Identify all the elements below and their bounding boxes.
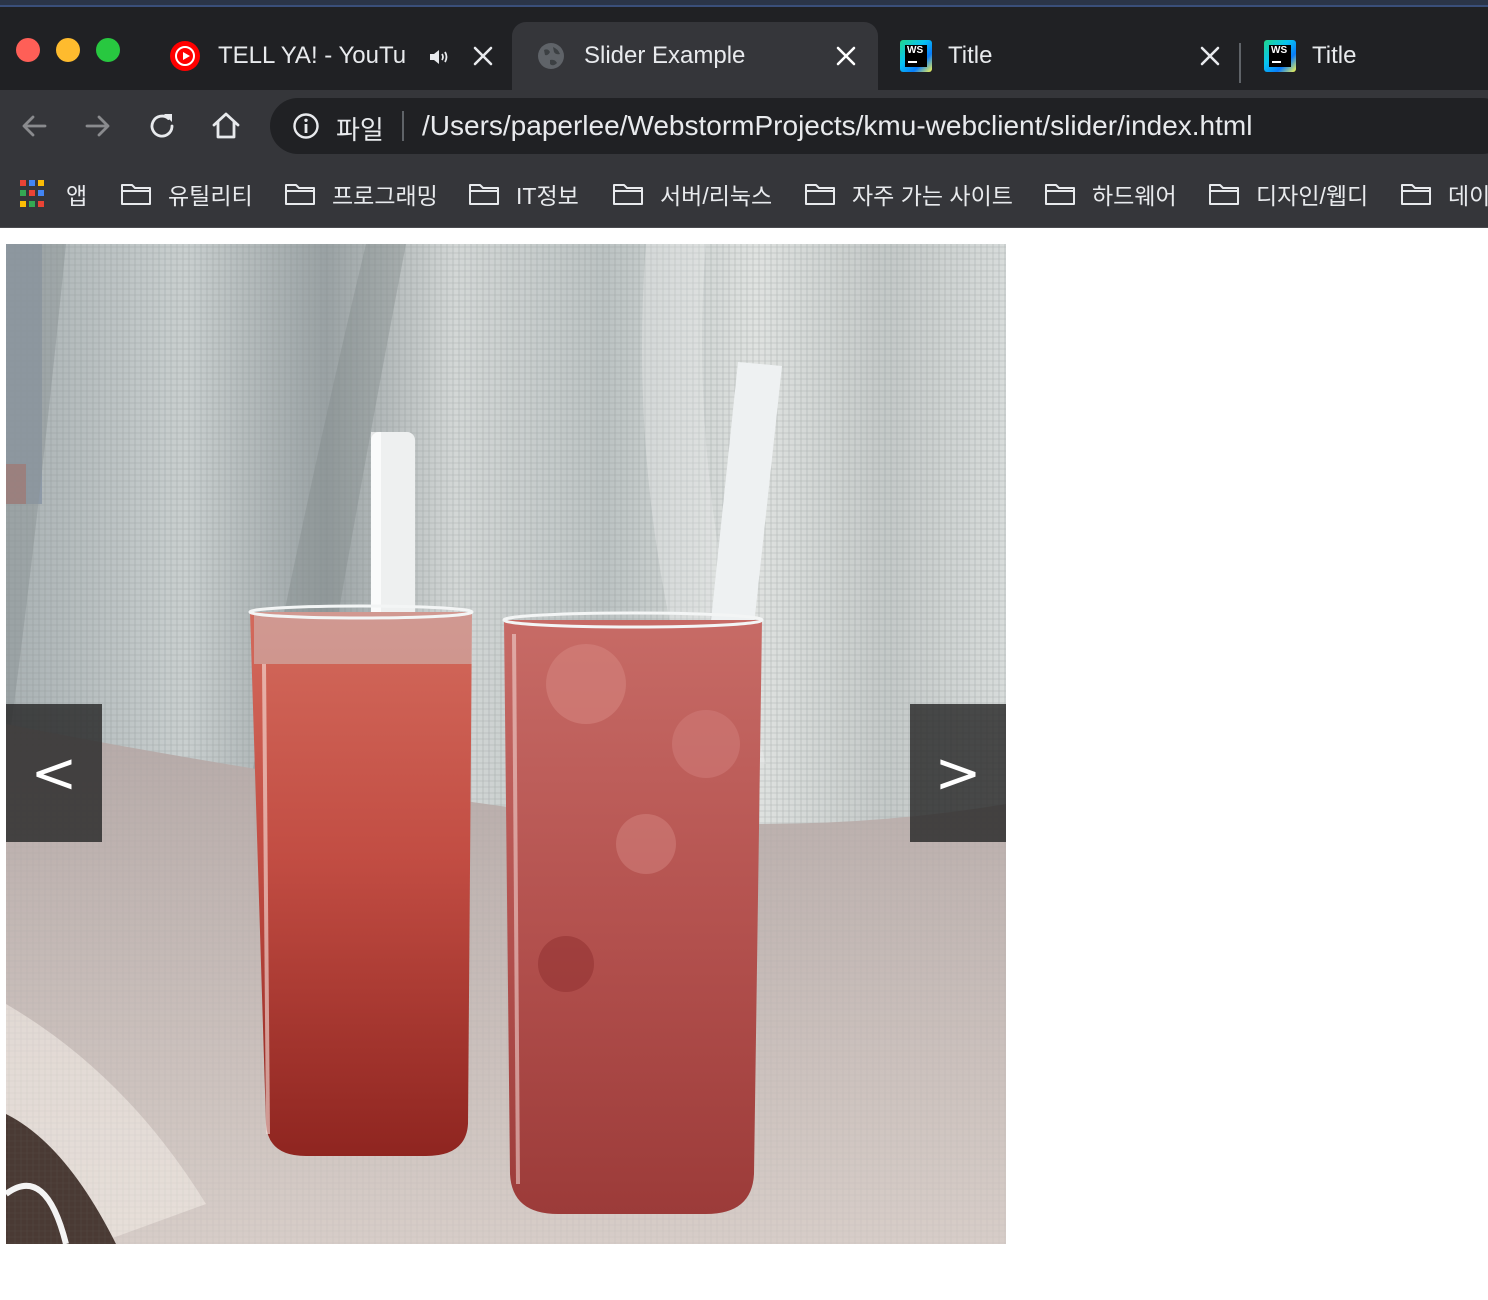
webstorm-icon: WS [900,40,932,72]
close-tab-icon[interactable] [835,45,857,67]
bookmark-folder-it-info[interactable]: IT정보 [468,174,579,214]
scheme-label: 파일 [336,115,384,145]
bookmark-folder-frequent-sites[interactable]: 자주 가는 사이트 [804,174,1013,214]
arrow-right-icon [85,115,110,137]
bookmark-folder-data[interactable]: 데이 [1400,174,1488,214]
bookmark-folder-utility[interactable]: 유틸리티 [120,174,253,214]
tab-slider-example[interactable]: Slider Example [512,22,878,90]
bookmark-label: 디자인/웹디 [1256,183,1369,209]
tab-youtube[interactable]: TELL YA! - YouTu [170,22,510,90]
window-top-edge [0,0,1488,7]
bookmark-folder-programming[interactable]: 프로그래밍 [284,174,438,214]
bookmark-label: 자주 가는 사이트 [852,183,1013,209]
info-icon[interactable] [292,112,320,140]
bookmark-label: 데이 [1448,183,1488,209]
zoom-window-button[interactable] [96,38,120,62]
url-text[interactable]: /Users/paperlee/WebstormProjects/kmu-web… [422,110,1252,142]
bookmark-folder-server-linux[interactable]: 서버/리눅스 [612,174,772,214]
reload-button[interactable] [142,106,182,146]
address-divider [402,111,404,141]
bookmark-label: 유틸리티 [168,183,253,209]
folder-icon [1401,184,1431,205]
webstorm-icon: WS [1264,40,1296,72]
bookmark-folder-design-web[interactable]: 디자인/웹디 [1208,174,1368,214]
image-slider: < > [6,244,1006,1244]
slide-photo [6,244,1006,1244]
close-tab-icon[interactable] [1199,45,1221,67]
back-button[interactable] [14,106,54,146]
folder-icon [613,184,643,205]
tab-title-webstorm-2[interactable]: WS Title [1264,22,1488,90]
folder-icon [1209,184,1239,205]
bookmark-label: 앱 [66,183,88,209]
previous-slide-button[interactable]: < [6,704,102,842]
youtube-icon [170,41,200,71]
tab-strip: TELL YA! - YouTu Slider Example WS Title… [0,7,1488,90]
tab-separator [1239,43,1241,83]
reload-icon [150,114,174,138]
tab-title: Title [1312,42,1357,69]
address-bar[interactable]: 파일 /Users/paperlee/WebstormProjects/kmu-… [270,98,1488,154]
tab-title-webstorm[interactable]: WS Title [900,22,1230,90]
next-slide-button[interactable]: > [910,704,1006,842]
browser-toolbar: 파일 /Users/paperlee/WebstormProjects/kmu-… [0,90,1488,162]
minimize-window-button[interactable] [56,38,80,62]
apps-grid-icon [20,180,48,208]
folder-icon [121,184,151,205]
close-window-button[interactable] [16,38,40,62]
bookmark-label: 프로그래밍 [332,183,438,209]
bookmark-apps[interactable]: 앱 [20,174,87,214]
tab-title: Title [948,42,993,69]
tab-title: TELL YA! - YouTu [218,42,407,69]
bookmark-folder-hardware[interactable]: 하드웨어 [1044,174,1177,214]
arrow-left-icon [22,115,47,137]
forward-button[interactable] [78,106,118,146]
bookmark-label: 하드웨어 [1092,183,1177,209]
speaker-icon[interactable] [428,46,452,68]
bookmark-label: IT정보 [516,183,579,209]
folder-icon [805,184,835,205]
bookmarks-bar: 앱 유틸리티 프로그래밍 IT정보 서버/리눅스 자주 가는 사이트 하드웨어 [0,162,1488,228]
folder-icon [469,184,499,205]
bookmark-label: 서버/리눅스 [660,183,773,209]
globe-icon [538,43,564,69]
home-icon [212,112,240,139]
browser-chrome: TELL YA! - YouTu Slider Example WS Title… [0,0,1488,228]
home-button[interactable] [206,106,246,146]
folder-icon [1045,184,1075,205]
close-tab-icon[interactable] [472,45,494,67]
tab-title: Slider Example [584,42,746,69]
folder-icon [285,184,315,205]
